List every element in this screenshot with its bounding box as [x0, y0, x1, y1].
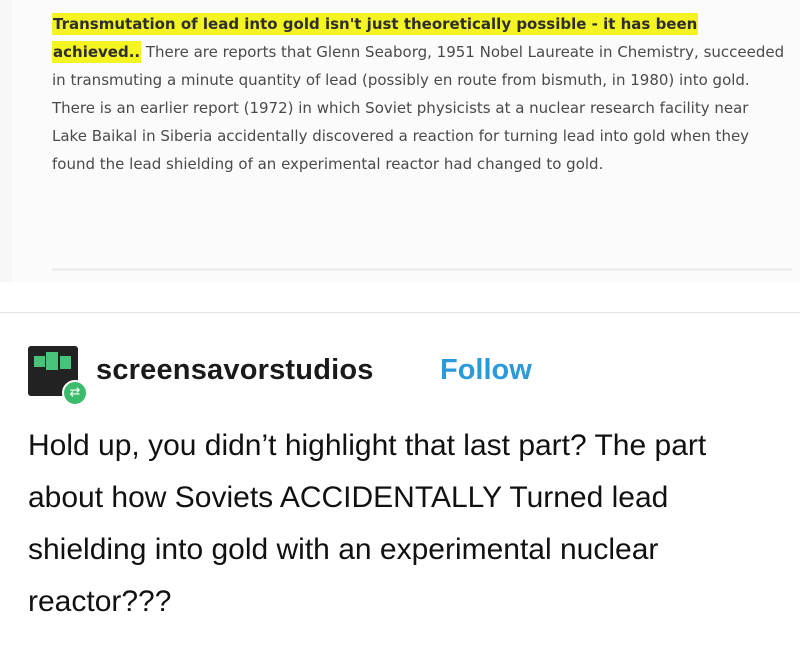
username[interactable]: screensavorstudios	[96, 354, 374, 387]
quoted-post-card: Transmutation of lead into gold isn't ju…	[0, 0, 800, 282]
quote-bottom-rule	[52, 268, 792, 271]
quoted-body-text: There are reports that Glenn Seaborg, 19…	[52, 43, 785, 173]
reblog-icon: ⇄	[62, 380, 88, 406]
avatar[interactable]: ⇄	[28, 346, 88, 406]
post-divider	[0, 312, 800, 313]
follow-button[interactable]: Follow	[440, 354, 532, 387]
post-body-text: Hold up, you didn’t highlight that last …	[28, 429, 707, 618]
quoted-post-inner: Transmutation of lead into gold isn't ju…	[12, 0, 800, 282]
quoted-text: Transmutation of lead into gold isn't ju…	[52, 10, 787, 178]
